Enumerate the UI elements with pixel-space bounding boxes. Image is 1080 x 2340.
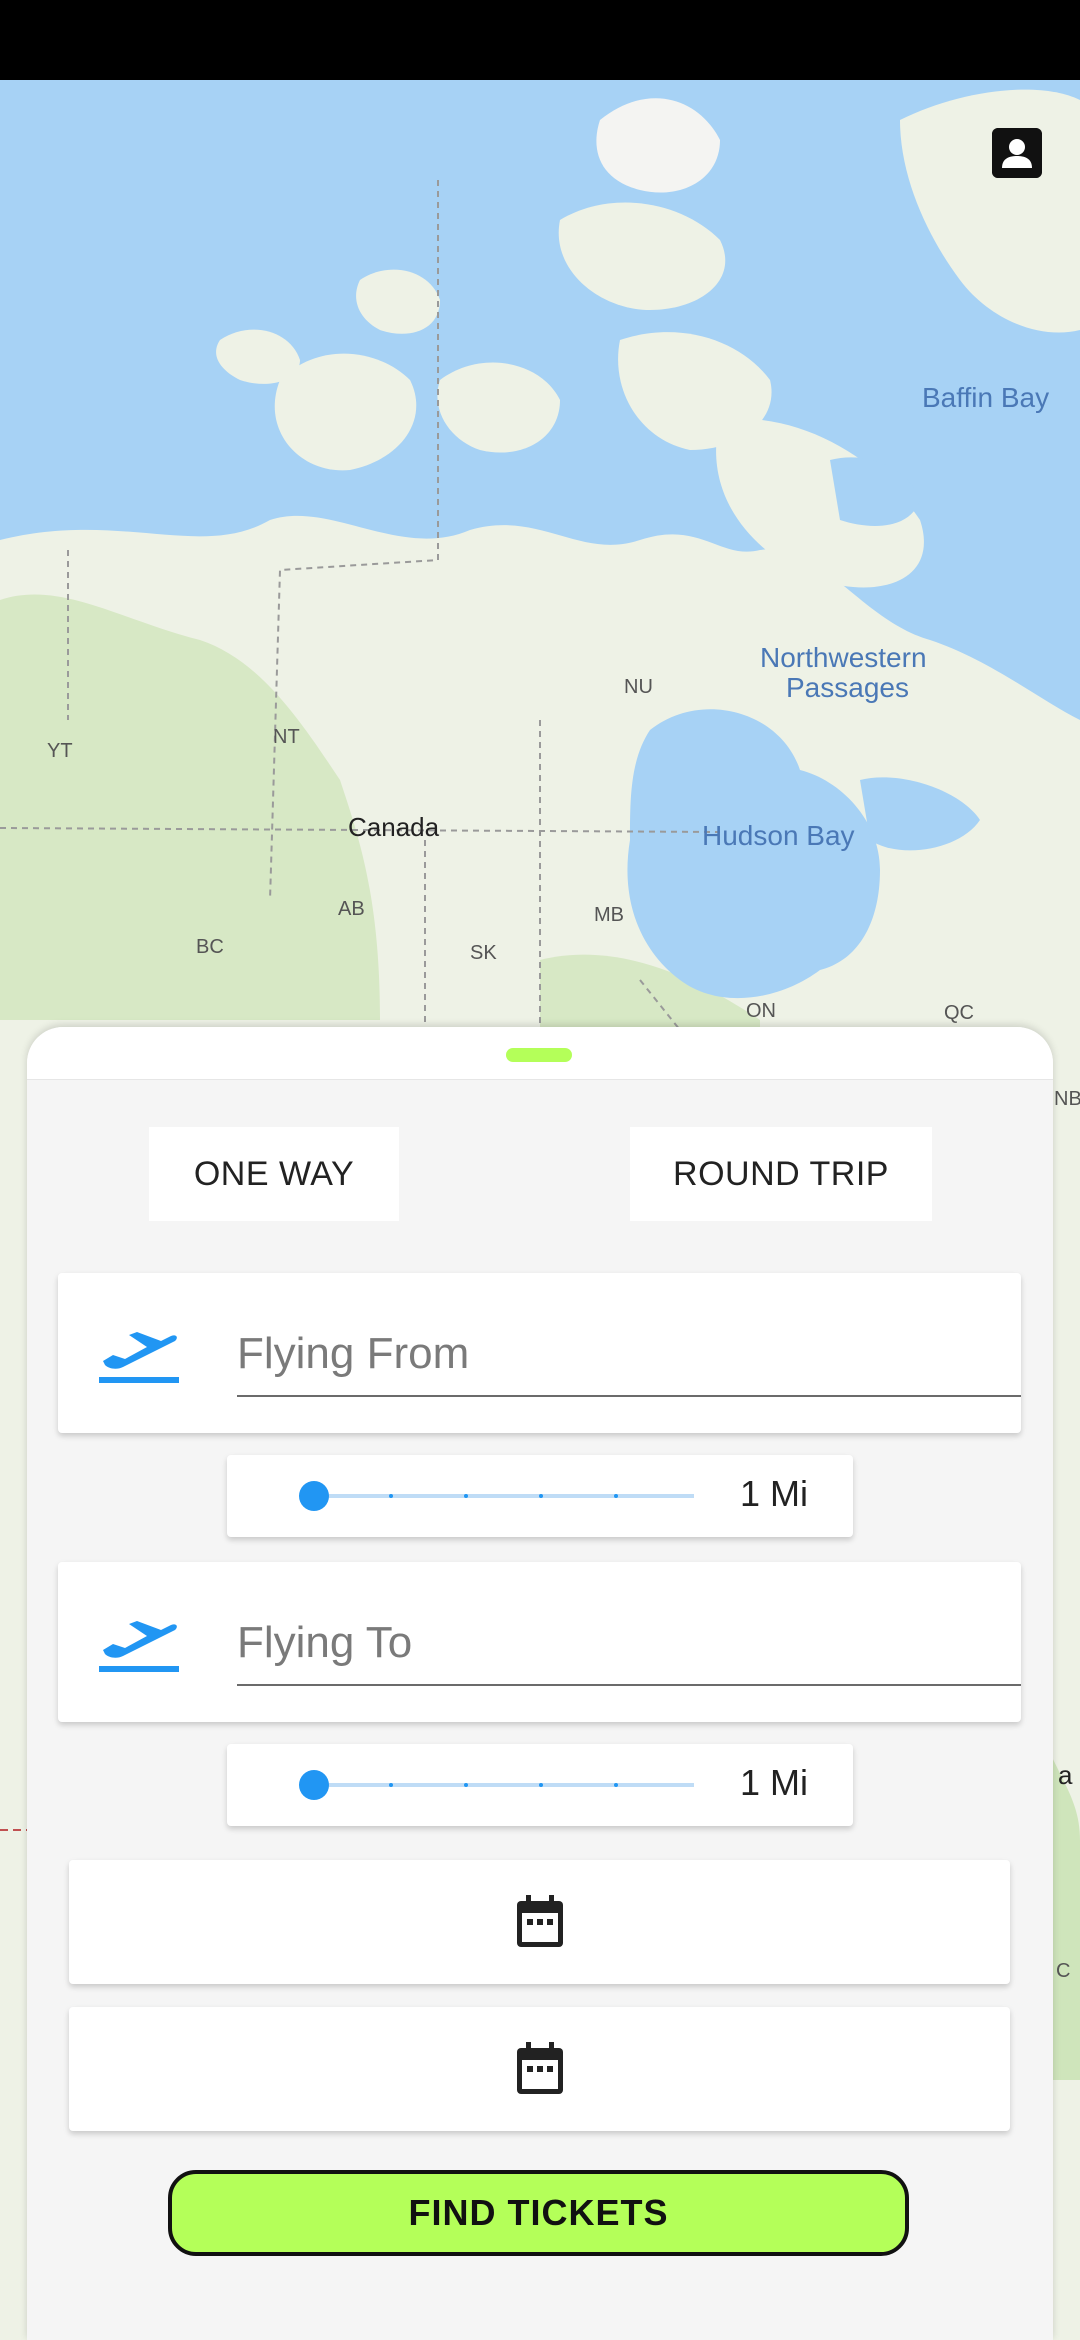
drag-handle[interactable] bbox=[506, 1048, 572, 1062]
person-icon bbox=[992, 128, 1042, 178]
flying-from-radius-slider[interactable]: 1 Mi bbox=[227, 1455, 853, 1537]
map-label-nu: NU bbox=[624, 676, 653, 698]
slider-tick bbox=[539, 1783, 543, 1787]
map-label-nt: NT bbox=[273, 726, 300, 748]
radius-value: 1 Mi bbox=[739, 1473, 808, 1514]
map-label-hudson-bay: Hudson Bay bbox=[702, 820, 855, 851]
slider-tick bbox=[614, 1783, 618, 1787]
slider-tick bbox=[539, 1494, 543, 1498]
map-label-qc: QC bbox=[944, 1002, 974, 1024]
round-trip-button[interactable]: ROUND TRIP bbox=[630, 1127, 932, 1221]
departure-date-button[interactable] bbox=[69, 1860, 1010, 1984]
profile-button[interactable] bbox=[992, 128, 1042, 178]
slider-tick bbox=[464, 1494, 468, 1498]
slider-tick bbox=[389, 1494, 393, 1498]
find-tickets-button[interactable]: FIND TICKETS bbox=[168, 2170, 909, 2256]
radius-value: 1 Mi bbox=[739, 1762, 808, 1803]
map-label-mb: MB bbox=[594, 904, 624, 926]
slider-thumb[interactable] bbox=[299, 1770, 329, 1800]
flying-from-card[interactable]: Flying From bbox=[58, 1273, 1021, 1433]
map-label-baffin-bay: Baffin Bay bbox=[922, 382, 1050, 413]
booking-sheet: ONE WAY ROUND TRIP Flying From 1 Mi Flyi… bbox=[27, 1027, 1053, 2340]
map-label-edge-c: C bbox=[1056, 1960, 1071, 1982]
plane-departure-icon bbox=[99, 1621, 179, 1672]
flying-to-card[interactable]: Flying To bbox=[58, 1562, 1021, 1722]
slider-tick bbox=[614, 1494, 618, 1498]
map-label-yt: YT bbox=[47, 740, 73, 762]
map-label-passages: Passages bbox=[786, 672, 909, 703]
map-label-ab: AB bbox=[338, 898, 365, 920]
slider-tick bbox=[389, 1783, 393, 1787]
map-label-sk: SK bbox=[470, 942, 497, 964]
flying-from-input[interactable]: Flying From bbox=[237, 1313, 1021, 1397]
plane-departure-icon bbox=[99, 1332, 179, 1383]
slider-thumb[interactable] bbox=[299, 1481, 329, 1511]
slider-track[interactable] bbox=[314, 1494, 694, 1498]
status-bar bbox=[0, 0, 1080, 80]
calendar-icon bbox=[516, 1895, 563, 1947]
map-label-canada: Canada bbox=[348, 812, 440, 842]
flying-to-radius-slider[interactable]: 1 Mi bbox=[227, 1744, 853, 1826]
slider-tick bbox=[464, 1783, 468, 1787]
slider-track[interactable] bbox=[314, 1783, 694, 1787]
map-label-on: ON bbox=[746, 1000, 776, 1022]
sheet-header[interactable] bbox=[27, 1027, 1053, 1080]
map-label-northwestern: Northwestern bbox=[760, 642, 927, 673]
map-label-edge-a: a bbox=[1058, 1760, 1073, 1790]
map-label-bc: BC bbox=[196, 936, 224, 958]
flying-to-input[interactable]: Flying To bbox=[237, 1602, 1021, 1686]
one-way-button[interactable]: ONE WAY bbox=[149, 1127, 399, 1221]
return-date-button[interactable] bbox=[69, 2007, 1010, 2131]
calendar-icon bbox=[516, 2042, 563, 2094]
map-label-nb: NB bbox=[1054, 1088, 1080, 1110]
